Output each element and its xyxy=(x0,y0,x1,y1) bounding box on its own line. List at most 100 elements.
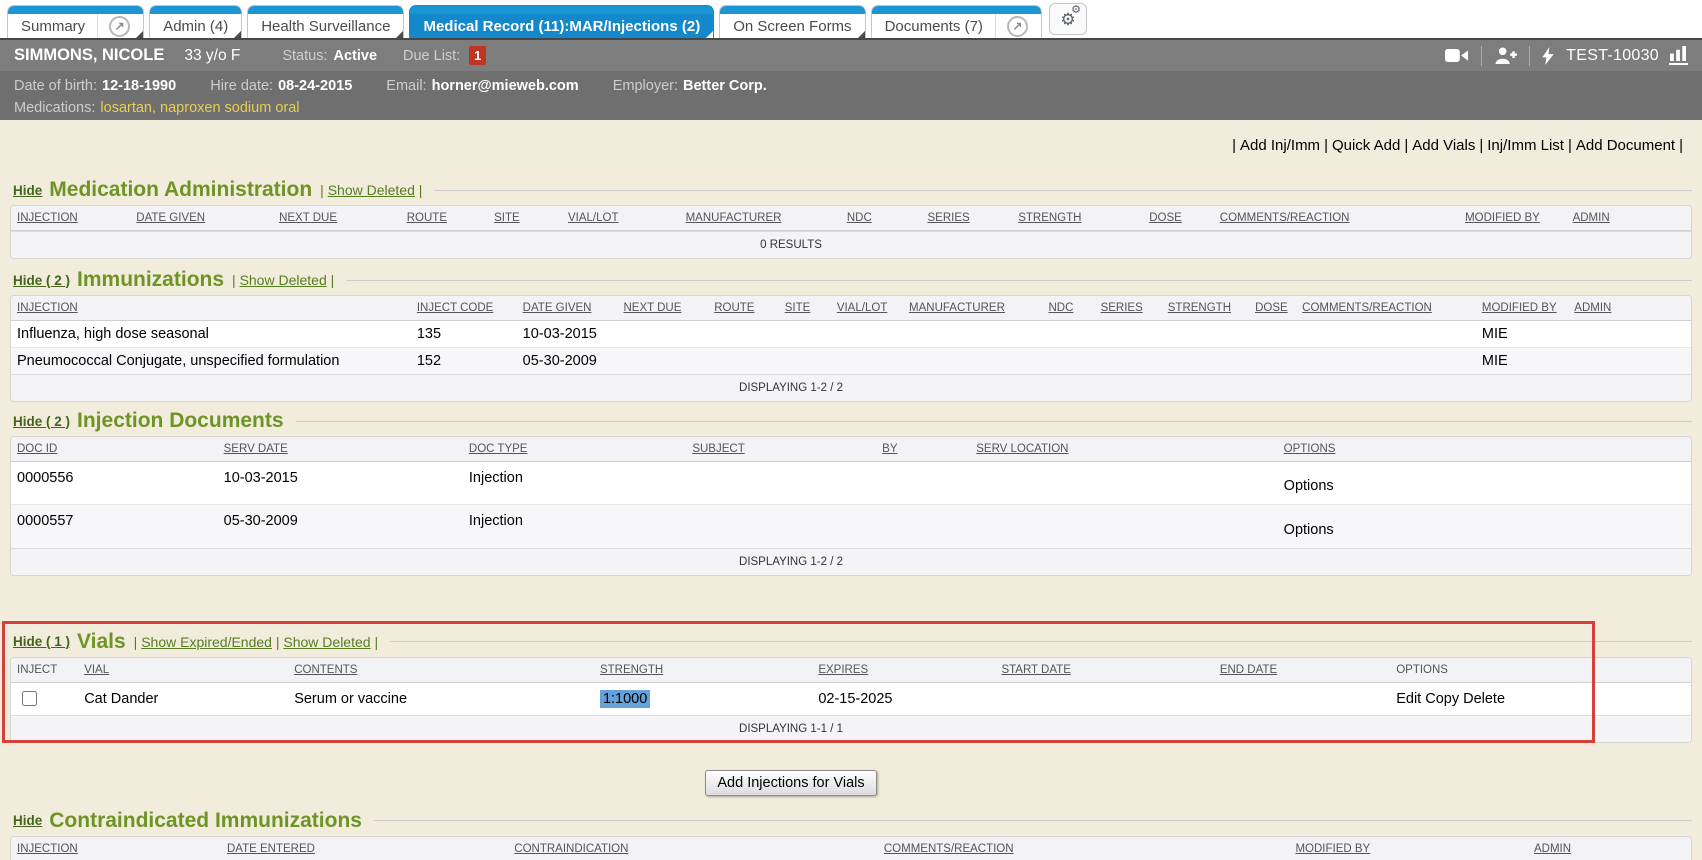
add-person-icon[interactable] xyxy=(1494,47,1517,65)
column-header-start-date[interactable]: START DATE xyxy=(995,658,1213,683)
column-header-serv-location[interactable]: SERV LOCATION xyxy=(970,437,1277,462)
column-header-serv-date[interactable]: SERV DATE xyxy=(218,437,463,462)
column-header-admin[interactable]: ADMIN xyxy=(1567,206,1691,231)
column-header-strength[interactable]: STRENGTH xyxy=(594,658,812,683)
column-header-next-due[interactable]: NEXT DUE xyxy=(617,296,708,321)
results-footer: DISPLAYING 1-1 / 1 xyxy=(11,715,1691,742)
column-header-site[interactable]: SITE xyxy=(779,296,831,321)
action-link-add-document[interactable]: Add Document xyxy=(1576,137,1675,154)
column-header-modified-by[interactable]: MODIFIED BY xyxy=(1476,296,1568,321)
action-link-quick-add[interactable]: Quick Add xyxy=(1332,137,1400,154)
column-header-modified-by[interactable]: MODIFIED BY xyxy=(1289,837,1528,860)
vials-button-row: Add Injections for Vials xyxy=(10,770,1572,796)
column-header-expires[interactable]: EXPIRES xyxy=(812,658,995,683)
column-header-injection[interactable]: INJECTION xyxy=(11,296,411,321)
row-action-cell[interactable]: Options xyxy=(1278,505,1691,548)
column-header-admin[interactable]: ADMIN xyxy=(1568,296,1691,321)
tab-health-surveillance[interactable]: Health Surveillance xyxy=(247,5,404,38)
add-injections-for-vials-button[interactable]: Add Injections for Vials xyxy=(705,770,876,796)
show-deleted-link[interactable]: Show Deleted xyxy=(240,272,327,288)
column-header-vial-lot[interactable]: VIAL/LOT xyxy=(831,296,903,321)
column-header-inject-code[interactable]: INJECT CODE xyxy=(411,296,517,321)
column-header-label: COMMENTS/REACTION xyxy=(884,843,1014,855)
tab-summary[interactable]: Summary↗ xyxy=(7,5,144,38)
hide-toggle-link[interactable]: Hide ( 2 ) xyxy=(13,414,70,429)
table-cell xyxy=(876,505,970,548)
table-cell xyxy=(903,348,1042,375)
action-link-add-vials[interactable]: Add Vials xyxy=(1412,137,1475,154)
column-header-ndc[interactable]: NDC xyxy=(1042,296,1094,321)
column-header-contents[interactable]: CONTENTS xyxy=(288,658,594,683)
column-header-admin[interactable]: ADMIN xyxy=(1528,837,1691,860)
show-deleted-link[interactable]: Show Deleted xyxy=(328,182,415,198)
settings-tab[interactable]: ⚙ ⚙ xyxy=(1049,3,1087,35)
section-immunizations: Hide ( 2 )Immunizations| Show Deleted |I… xyxy=(10,268,1692,402)
column-header-injection[interactable]: INJECTION xyxy=(11,206,130,231)
column-header-vial[interactable]: VIAL xyxy=(78,658,288,683)
column-header-by[interactable]: BY xyxy=(876,437,970,462)
hide-toggle-link[interactable]: Hide ( 2 ) xyxy=(13,273,70,288)
column-header-strength[interactable]: STRENGTH xyxy=(1012,206,1143,231)
column-header-site[interactable]: SITE xyxy=(488,206,562,231)
tab-admin-4[interactable]: Admin (4) xyxy=(149,5,242,38)
separator: | xyxy=(1232,137,1236,154)
lightning-bolt-icon[interactable] xyxy=(1542,47,1554,65)
header-rule xyxy=(390,641,1692,642)
webchart-screen: Summary↗Admin (4)Health Surveillance Medi… xyxy=(0,0,1702,860)
column-header-end-date[interactable]: END DATE xyxy=(1214,658,1390,683)
column-header-options[interactable]: OPTIONS xyxy=(1390,658,1691,683)
column-header-date-given[interactable]: DATE GIVEN xyxy=(130,206,273,231)
column-header-subject[interactable]: SUBJECT xyxy=(686,437,876,462)
tab-documents-7[interactable]: Documents (7)↗ xyxy=(871,5,1042,38)
column-header-doc-id[interactable]: DOC ID xyxy=(11,437,218,462)
column-header-inject[interactable]: INJECT xyxy=(11,658,78,683)
column-header-next-due[interactable]: NEXT DUE xyxy=(273,206,401,231)
vial-select-checkbox[interactable] xyxy=(22,691,37,706)
column-header-strength[interactable]: STRENGTH xyxy=(1162,296,1249,321)
tab-label: Medical Record (11):MAR/Injections (2) xyxy=(423,18,700,35)
column-header-manufacturer[interactable]: MANUFACTURER xyxy=(903,296,1042,321)
row-action-cell[interactable]: Options xyxy=(1278,462,1691,505)
column-header-vial-lot[interactable]: VIAL/LOT xyxy=(562,206,680,231)
popout-icon[interactable]: ↗ xyxy=(109,16,130,37)
column-header-date-given[interactable]: DATE GIVEN xyxy=(517,296,618,321)
tab-on-screen-forms[interactable]: On Screen Forms xyxy=(719,5,865,38)
column-header-date-entered[interactable]: DATE ENTERED xyxy=(221,837,508,860)
column-header-contraindication[interactable]: CONTRAINDICATION xyxy=(508,837,878,860)
medications-list[interactable]: losartan, naproxen sodium oral xyxy=(100,100,299,116)
gear-icon-small: ⚙ xyxy=(1071,5,1081,16)
hide-toggle-link[interactable]: Hide ( 1 ) xyxy=(13,634,70,649)
column-header-dose[interactable]: DOSE xyxy=(1143,206,1214,231)
column-header-manufacturer[interactable]: MANUFACTURER xyxy=(680,206,841,231)
column-header-comments-reaction[interactable]: COMMENTS/REACTION xyxy=(1214,206,1459,231)
video-camera-icon[interactable] xyxy=(1445,48,1469,63)
row-action-cell[interactable]: Edit Copy Delete xyxy=(1390,682,1691,715)
column-header-series[interactable]: SERIES xyxy=(1095,296,1162,321)
show-expired-ended-link[interactable]: Show Expired/Ended xyxy=(141,634,272,650)
due-list-badge[interactable]: 1 xyxy=(469,46,486,65)
column-header-options[interactable]: OPTIONS xyxy=(1278,437,1691,462)
hide-toggle-link[interactable]: Hide xyxy=(13,183,42,198)
hide-toggle-link[interactable]: Hide xyxy=(13,813,42,828)
column-header-label: EXPIRES xyxy=(818,664,868,676)
column-header-doc-type[interactable]: DOC TYPE xyxy=(463,437,686,462)
tab-corner-notch-icon xyxy=(706,31,713,38)
table-cell xyxy=(617,321,708,348)
column-header-ndc[interactable]: NDC xyxy=(841,206,922,231)
action-link-inj-imm-list[interactable]: Inj/Imm List xyxy=(1487,137,1564,154)
column-header-comments-reaction[interactable]: COMMENTS/REACTION xyxy=(878,837,1290,860)
popout-icon[interactable]: ↗ xyxy=(1007,16,1028,37)
column-header-injection[interactable]: INJECTION xyxy=(11,837,221,860)
tab-top-accent xyxy=(720,6,864,14)
show-deleted-link[interactable]: Show Deleted xyxy=(283,634,370,650)
column-header-dose[interactable]: DOSE xyxy=(1249,296,1296,321)
column-header-comments-reaction[interactable]: COMMENTS/REACTION xyxy=(1296,296,1476,321)
column-header-route[interactable]: ROUTE xyxy=(401,206,488,231)
tab-medical-record-11-mar-injections-2[interactable]: Medical Record (11):MAR/Injections (2) xyxy=(409,5,714,38)
action-link-add-inj-imm[interactable]: Add Inj/Imm xyxy=(1240,137,1320,154)
bar-chart-icon[interactable] xyxy=(1669,46,1688,65)
column-header-label: BY xyxy=(882,443,897,455)
column-header-route[interactable]: ROUTE xyxy=(708,296,779,321)
column-header-modified-by[interactable]: MODIFIED BY xyxy=(1459,206,1567,231)
column-header-series[interactable]: SERIES xyxy=(921,206,1012,231)
